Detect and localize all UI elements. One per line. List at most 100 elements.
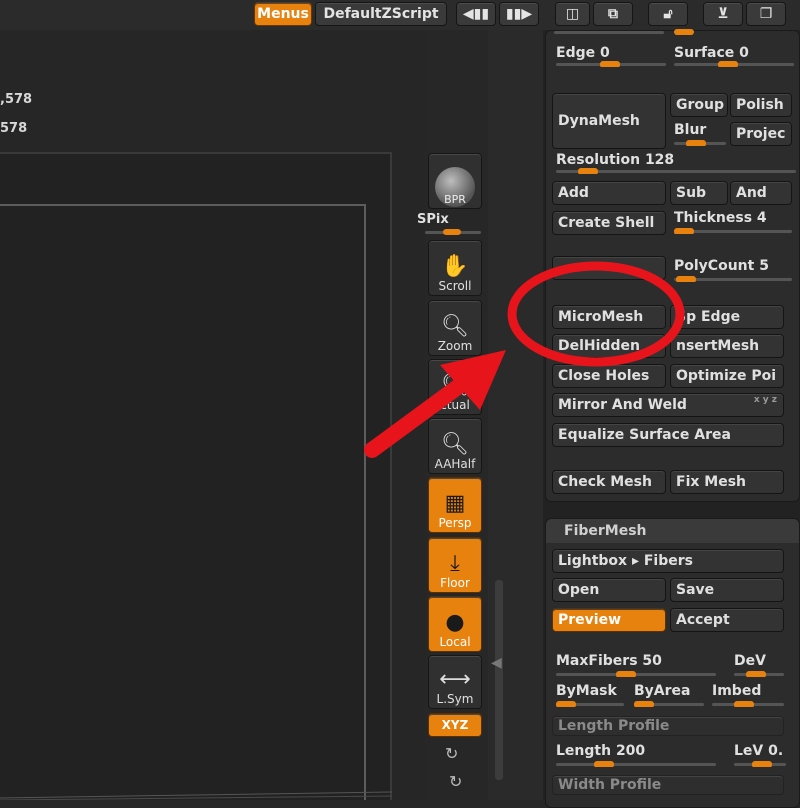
spix-label: SPix (417, 212, 449, 227)
resolution-slider[interactable]: Resolution 128 (556, 152, 796, 174)
reconstruct-button[interactable] (552, 256, 666, 280)
close-holes-button[interactable]: Close Holes (552, 364, 666, 388)
xyz-axis-icon: x y z (753, 395, 777, 405)
surface-slider[interactable]: Surface 0 (674, 45, 794, 67)
mirror-and-weld-button[interactable]: Mirror And Weld x y z (552, 393, 784, 417)
canvas-viewport[interactable]: ,578 578 (0, 0, 425, 800)
fix-mesh-button[interactable]: Fix Mesh (670, 470, 784, 494)
bymask-label: ByMask (556, 683, 617, 699)
stat-readout-1: ,578 (0, 92, 33, 107)
xyz-label: XYZ (441, 718, 469, 732)
delhidden-button[interactable]: DelHidden (552, 334, 666, 358)
create-shell-button[interactable]: Create Shell (552, 211, 666, 235)
dynamesh-button[interactable]: DynaMesh (552, 93, 666, 149)
perspective-grid-icon: ▦ (444, 491, 466, 516)
add-button[interactable]: Add (552, 181, 666, 205)
resolution-label: Resolution 128 (556, 152, 675, 168)
length-profile-curve[interactable]: Length Profile (552, 716, 784, 736)
imbed-slider[interactable]: Imbed (712, 683, 784, 707)
layout-icon[interactable]: ◫ (555, 2, 590, 26)
lock-icon[interactable]: 🔓︎ (648, 2, 688, 26)
project-button[interactable]: Projec (730, 122, 792, 146)
geometry-panel: Edge 0 Surface 0 DynaMesh Group Polish B… (545, 29, 800, 502)
polycount-slider[interactable]: PolyCount 5 (674, 258, 792, 282)
check-mesh-button[interactable]: Check Mesh (552, 470, 666, 494)
local-button[interactable]: ● Local (428, 596, 482, 652)
persp-button[interactable]: ▦ Persp (428, 477, 482, 533)
right-shelf: BPR SPix ✋ Scroll 🔍︎ Zoom 🔍︎ ctual 🔍︎ AAHalf… (417, 150, 488, 800)
magnifier-icon: 🔍︎ (441, 373, 469, 398)
accept-button[interactable]: Accept (670, 608, 784, 632)
aahalf-button[interactable]: 🔍︎ AAHalf (428, 418, 482, 474)
aahalf-label: AAHalf (434, 457, 476, 471)
edge-slider[interactable]: Edge 0 (556, 45, 666, 67)
lev-slider[interactable]: LeV 0. (734, 743, 786, 767)
micromesh-button[interactable]: MicroMesh (552, 305, 666, 329)
xyz-button[interactable]: XYZ (428, 713, 482, 737)
default-zscript-button[interactable]: DefaultZScript (315, 2, 447, 26)
tray-right-icon[interactable]: ▮▮▶ (499, 2, 539, 26)
length-label: Length 200 (556, 743, 646, 759)
and-button[interactable]: And (730, 181, 792, 205)
spix-knob[interactable] (443, 229, 461, 235)
thickness-label: Thickness 4 (674, 210, 767, 226)
edge-label: Edge 0 (556, 45, 610, 61)
imbed-label: Imbed (712, 683, 762, 699)
insertmesh-button[interactable]: nsertMesh (670, 334, 784, 358)
group-button[interactable]: Group (670, 93, 728, 117)
lsym-button[interactable]: ⟷ L.Sym (428, 655, 482, 709)
dev-slider[interactable]: DeV (734, 653, 784, 677)
actual-button[interactable]: 🔍︎ ctual (428, 359, 482, 415)
blur-label: Blur (674, 122, 707, 138)
open-button[interactable]: Open (552, 578, 666, 602)
mirror-and-weld-label: Mirror And Weld (558, 397, 687, 413)
restore-icon[interactable]: ❐ (746, 2, 786, 26)
top-slider-track (554, 29, 694, 35)
zoom-button[interactable]: 🔍︎ Zoom (428, 300, 482, 356)
floor-label: Floor (440, 576, 470, 590)
rotate-y-icon[interactable]: ↻ (445, 744, 458, 763)
persp-label: Persp (438, 516, 472, 530)
layout-swap-icon[interactable]: ⧉ (593, 2, 633, 26)
polish-button[interactable]: Polish (730, 93, 792, 117)
rotate-z-icon[interactable]: ↻ (449, 772, 462, 791)
minimize-icon[interactable]: ⊻ (703, 2, 743, 26)
sub-button[interactable]: Sub (670, 181, 728, 205)
width-profile-curve[interactable]: Width Profile (552, 775, 784, 795)
length-slider[interactable]: Length 200 (556, 743, 716, 767)
equalize-surface-area-button[interactable]: Equalize Surface Area (552, 423, 784, 447)
split-edge-button[interactable]: Sp Edge (670, 305, 784, 329)
scrollbar[interactable] (495, 580, 503, 780)
fibermesh-header[interactable]: FiberMesh (546, 519, 799, 543)
byarea-label: ByArea (634, 683, 691, 699)
zoom-label: Zoom (437, 339, 473, 353)
top-menubar: Menus DefaultZScript ◀▮▮ ▮▮▶ ◫ ⧉ 🔓︎ ⊻ ❐ (0, 0, 800, 30)
lightbox-fibers-button[interactable]: Lightbox ▸ Fibers (552, 549, 784, 573)
blur-slider[interactable]: Blur (674, 122, 726, 146)
thickness-slider[interactable]: Thickness 4 (674, 210, 792, 234)
maxfibers-slider[interactable]: MaxFibers 50 (556, 653, 716, 677)
byarea-slider[interactable]: ByArea (634, 683, 704, 707)
maxfibers-label: MaxFibers 50 (556, 653, 662, 669)
bpr-button[interactable]: BPR (428, 153, 482, 209)
tool-palette: Edge 0 Surface 0 DynaMesh Group Polish B… (543, 29, 800, 808)
save-button[interactable]: Save (670, 578, 784, 602)
lsym-label: L.Sym (436, 692, 474, 706)
preview-button[interactable]: Preview (552, 608, 666, 632)
bpr-label: BPR (444, 193, 466, 206)
local-label: Local (439, 635, 471, 649)
dev-label: DeV (734, 653, 766, 669)
magnifier-icon: 🔍︎ (441, 314, 469, 339)
spix-slider[interactable] (425, 229, 481, 235)
surface-label: Surface 0 (674, 45, 749, 61)
optimize-points-button[interactable]: Optimize Poi (670, 364, 784, 388)
floor-button[interactable]: ⤓ Floor (428, 537, 482, 593)
floor-grid (0, 791, 392, 800)
scroll-button[interactable]: ✋ Scroll (428, 240, 482, 296)
bymask-slider[interactable]: ByMask (556, 683, 624, 707)
menus-button[interactable]: Menus (254, 2, 312, 26)
collapse-arrow-icon[interactable]: ◀ (491, 655, 502, 671)
actual-label: ctual (440, 398, 470, 412)
tray-left-icon[interactable]: ◀▮▮ (456, 2, 496, 26)
symmetry-icon: ⟷ (439, 667, 471, 692)
